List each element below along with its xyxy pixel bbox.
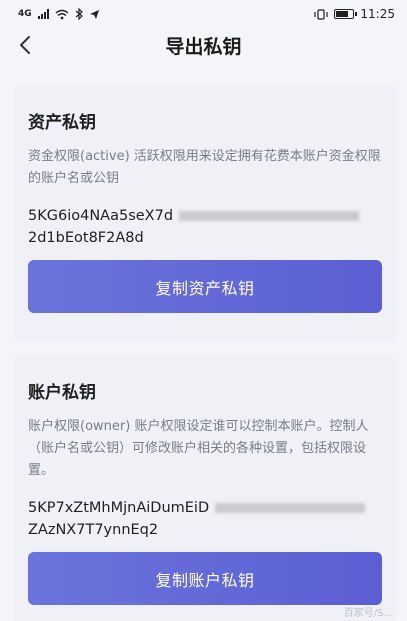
signal-icon — [37, 9, 49, 19]
active-key-value[interactable]: 5KG6io4NAa5seX7d 2d1bEot8F2A8d — [28, 205, 382, 249]
clock: 11:25 — [360, 7, 395, 21]
redacted-block — [179, 211, 360, 221]
status-right: 11:25 — [314, 7, 395, 21]
owner-key-value[interactable]: 5KP7xZtMhMjnAiDumEiD ZAzNX7T7ynnEq2 — [28, 497, 382, 541]
active-key-line2: 2d1bEot8F2A8d — [28, 230, 144, 246]
copy-owner-key-button[interactable]: 复制账户私钥 — [28, 552, 382, 605]
copy-active-key-button[interactable]: 复制资产私钥 — [28, 260, 382, 313]
status-bar: 4G 11:25 — [0, 0, 407, 28]
watermark: 百家号/S... — [343, 608, 393, 619]
owner-key-title: 账户私钥 — [28, 383, 96, 403]
nav-bar: 导出私钥 — [0, 28, 407, 62]
status-left: 4G — [18, 8, 100, 20]
active-key-title: 资产私钥 — [28, 113, 96, 133]
wifi-icon — [55, 9, 69, 19]
active-key-description: 资金权限(active) 活跃权限用来设定拥有花费本账户资金权限的账户名或公钥 — [28, 149, 381, 186]
vibrate-icon — [314, 8, 329, 20]
battery-fill — [336, 11, 349, 17]
send-icon — [89, 9, 99, 19]
owner-key-line2: ZAzNX7T7ynnEq2 — [28, 522, 159, 538]
redacted-block — [215, 503, 366, 513]
active-key-line1: 5KG6io4NAa5seX7d — [28, 208, 174, 224]
battery-icon — [334, 9, 358, 19]
bluetooth-icon — [75, 8, 83, 20]
network-label: 4G — [18, 9, 32, 19]
back-button[interactable] — [10, 30, 40, 60]
active-key-card: 资产私钥 资金权限(active) 活跃权限用来设定拥有花费本账户资金权限的账户… — [14, 86, 396, 342]
page-title: 导出私钥 — [165, 35, 242, 58]
owner-key-description: 账户权限(owner) 账户权限设定谁可以控制本账户。控制人（账户名或公钥）可修… — [28, 419, 369, 478]
owner-key-card: 账户私钥 账户权限(owner) 账户权限设定谁可以控制本账户。控制人（账户名或… — [14, 356, 396, 621]
back-arrow-icon — [20, 36, 30, 54]
owner-key-line1: 5KP7xZtMhMjnAiDumEiD — [28, 500, 210, 516]
